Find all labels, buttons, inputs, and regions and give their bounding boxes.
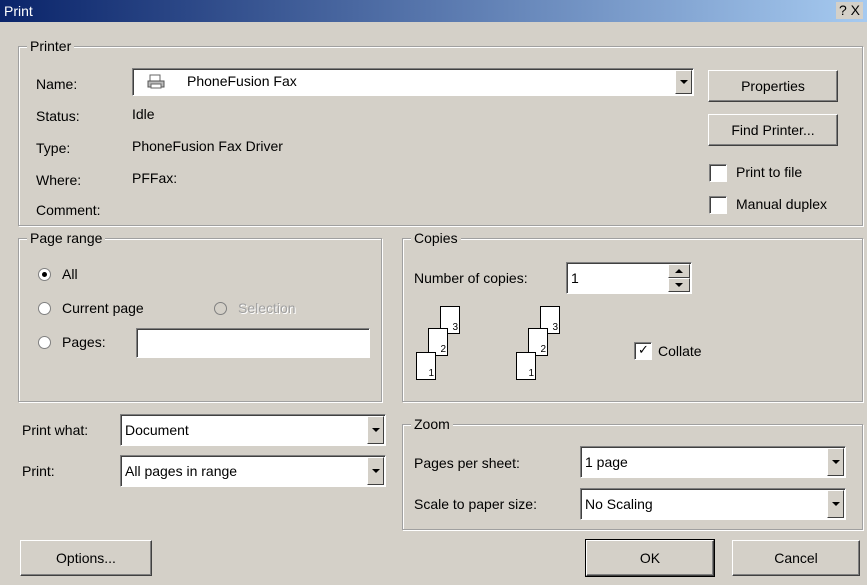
printer-name-value: PhoneFusion Fax [187,73,297,89]
pages-input[interactable] [136,328,370,358]
ok-button[interactable]: OK [585,539,715,577]
close-icon[interactable]: X [851,2,860,18]
manual-duplex-checkbox[interactable] [709,196,727,214]
zoom-legend: Zoom [411,416,453,432]
options-button-label: Options... [56,550,116,566]
pages-per-sheet-label: Pages per sheet: [414,455,520,471]
spin-down-icon[interactable] [668,278,690,292]
check-icon: ✓ [638,342,649,357]
spin-up-icon[interactable] [668,264,690,278]
number-of-copies-input[interactable]: 1 [566,262,692,294]
cancel-button-label: Cancel [774,550,818,566]
page-range-group: Page range [18,230,382,402]
pages-per-sheet-combo[interactable]: 1 page [580,446,846,478]
find-printer-button[interactable]: Find Printer... [708,114,838,146]
number-of-copies-label: Number of copies: [414,270,528,286]
collate-label[interactable]: Collate [658,343,702,359]
copies-spinner[interactable] [668,264,690,292]
chevron-down-icon[interactable] [827,490,844,518]
copies-legend: Copies [411,230,461,246]
all-radio-label[interactable]: All [62,266,78,282]
properties-button[interactable]: Properties [708,70,838,102]
chevron-down-icon[interactable] [367,416,384,444]
collate-checkbox[interactable]: ✓ [634,342,652,360]
selection-radio [214,302,227,315]
pages-radio[interactable] [38,336,51,349]
number-of-copies-value: 1 [571,270,579,286]
print-to-file-label[interactable]: Print to file [736,164,802,180]
status-value: Idle [132,106,155,122]
manual-duplex-label[interactable]: Manual duplex [736,196,827,212]
where-label: Where: [36,172,82,188]
pages-label[interactable]: Pages: [62,334,106,350]
help-icon[interactable]: ? [839,2,847,18]
print-what-value: Document [125,422,189,438]
ok-button-label: OK [639,550,661,566]
printer-name-combo[interactable]: PhoneFusion Fax [132,68,694,96]
print-label: Print: [22,463,55,479]
print-what-label: Print what: [22,422,89,438]
title-bar: Print ? X [0,0,867,22]
chevron-down-icon[interactable] [675,70,692,94]
scale-combo[interactable]: No Scaling [580,488,846,520]
pages-per-sheet-value: 1 page [585,454,628,470]
page-range-legend: Page range [27,230,106,246]
name-label: Name: [36,76,78,92]
cancel-button[interactable]: Cancel [732,540,860,576]
find-printer-button-label: Find Printer... [731,122,815,138]
selection-label: Selection [238,300,296,316]
type-label: Type: [36,140,71,156]
status-label: Status: [36,108,80,124]
chevron-down-icon[interactable] [367,457,384,485]
print-combo[interactable]: All pages in range [120,455,386,487]
current-page-radio[interactable] [38,302,51,315]
scale-label: Scale to paper size: [414,496,537,512]
title-buttons: ? X [835,2,863,19]
chevron-down-icon[interactable] [827,448,844,476]
printer-icon [147,74,165,93]
print-to-file-checkbox[interactable] [709,164,727,182]
options-button[interactable]: Options... [20,540,152,576]
current-page-label[interactable]: Current page [62,300,144,316]
page-1-icon: 1 [416,352,436,380]
all-radio[interactable] [38,268,51,281]
comment-label: Comment: [36,202,101,218]
properties-button-label: Properties [741,78,805,94]
print-value: All pages in range [125,463,238,479]
type-value: PhoneFusion Fax Driver [132,138,283,154]
printer-legend: Printer [27,38,75,54]
scale-value: No Scaling [585,496,653,512]
page-1-icon: 1 [516,352,536,380]
print-what-combo[interactable]: Document [120,414,386,446]
where-value: PFFax: [132,170,178,186]
window-title: Print [4,3,33,19]
